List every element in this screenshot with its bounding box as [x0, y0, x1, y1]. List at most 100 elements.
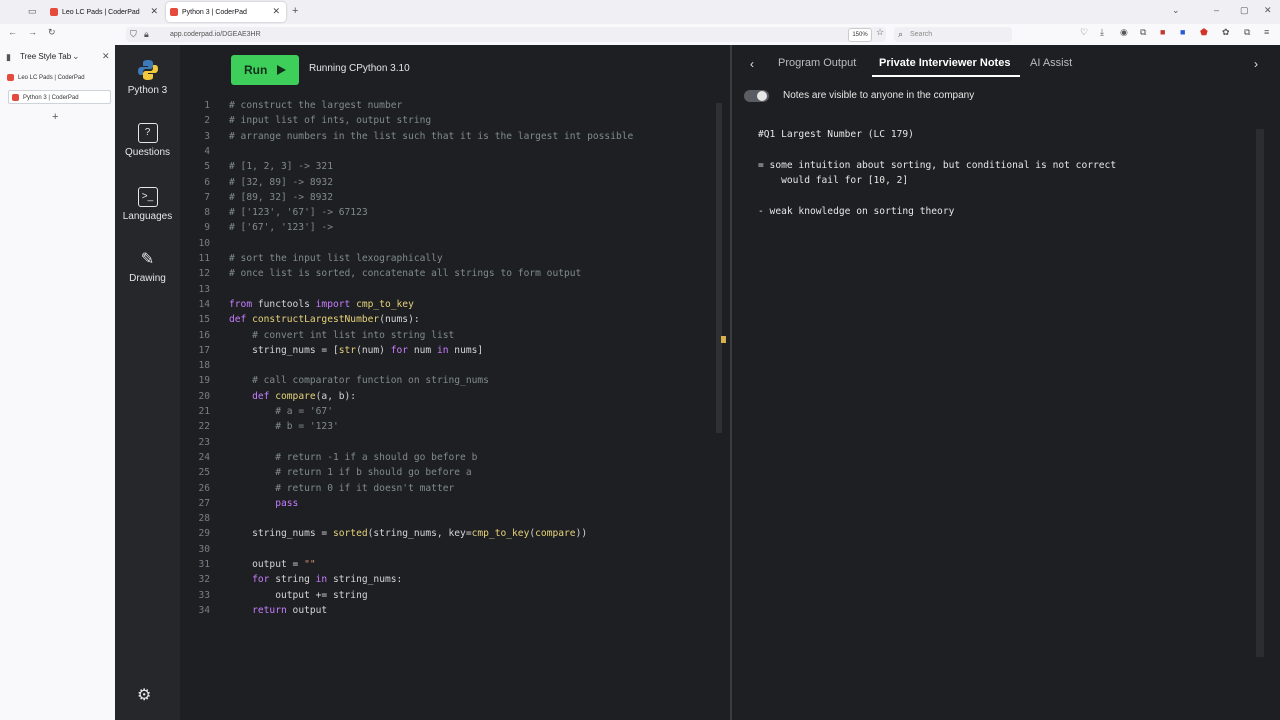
tree-style-tab-sidebar: ▮ Tree Style Tab ⌄ ✕ Leo LC Pads | Coder… — [0, 45, 116, 720]
line-text: return output — [252, 604, 328, 616]
reload-icon[interactable]: ↻ — [48, 27, 56, 38]
extension-icon[interactable]: ⧉ — [1244, 27, 1250, 38]
line-number: 18 — [198, 360, 210, 372]
close-icon[interactable]: ✕ — [272, 6, 280, 17]
nav-languages[interactable]: >_ Languages — [115, 187, 180, 222]
tab-program-output[interactable]: Program Output — [778, 57, 856, 69]
new-tab-icon[interactable]: + — [292, 5, 298, 17]
pencil-icon: ✎ — [140, 251, 155, 268]
run-button[interactable]: Run — [231, 55, 299, 85]
tree-item-leo[interactable]: Leo LC Pads | CoderPad — [4, 71, 110, 85]
line-text: string_nums = sorted(string_nums, key=cm… — [229, 528, 588, 540]
search-input[interactable]: ⌕ Search — [894, 27, 1012, 42]
url-bar[interactable]: ⛉ 🔒︎ app.coderpad.io/DGEAE3HR — [126, 27, 886, 42]
line-number: 13 — [198, 283, 210, 295]
line-number: 26 — [198, 482, 210, 494]
line-text: # once list is sorted, concatenate all s… — [229, 268, 582, 280]
line-text: # input list of ints, output string — [229, 115, 432, 127]
note-line: - weak knowledge on sorting theory — [758, 205, 955, 217]
gear-icon[interactable]: ⚙ — [137, 685, 151, 705]
chevron-down-icon[interactable]: ⌄ — [72, 51, 80, 62]
line-number: 10 — [198, 237, 210, 249]
line-number: 16 — [198, 329, 210, 341]
minimize-icon[interactable]: – — [1214, 5, 1219, 15]
notes-visibility-toggle[interactable] — [744, 90, 769, 102]
line-text: # return 0 if it doesn't matter — [275, 482, 455, 494]
zoom-level[interactable]: 150% — [848, 28, 872, 42]
nav-questions[interactable]: ? Questions — [115, 123, 180, 158]
forward-icon[interactable]: → — [28, 27, 37, 37]
sidebar-icon: ▮ — [6, 52, 11, 62]
extensions-icon[interactable]: ⧉ — [1140, 27, 1146, 38]
line-text: from functools import cmp_to_key — [229, 298, 414, 310]
line-number: 6 — [204, 176, 210, 188]
notes-scrollbar[interactable] — [1256, 129, 1264, 657]
active-tab-indicator — [872, 75, 1020, 77]
line-number: 8 — [204, 207, 210, 219]
line-number: 27 — [198, 497, 210, 509]
tab-private-interviewer-notes[interactable]: Private Interviewer Notes — [879, 57, 1010, 69]
extension-icon[interactable]: ✿ — [1222, 27, 1230, 38]
search-icon: ⌕ — [898, 29, 904, 39]
tree-item-python[interactable]: Python 3 | CoderPad — [8, 90, 111, 104]
line-text: # call comparator function on string_num… — [252, 375, 489, 387]
line-number: 22 — [198, 421, 210, 433]
line-number: 32 — [198, 574, 210, 586]
menu-icon[interactable]: ≡ — [1264, 27, 1269, 37]
line-number: 14 — [198, 298, 210, 310]
extension-icon[interactable]: ■ — [1180, 27, 1185, 37]
coderpad-favicon-icon — [170, 8, 178, 16]
maximize-icon[interactable]: ▢ — [1240, 5, 1249, 16]
right-panel: ‹ Program Output Private Interviewer Not… — [732, 45, 1280, 720]
line-number: 2 — [204, 115, 210, 127]
line-text: # [32, 89] -> 8932 — [229, 176, 333, 188]
line-number: 24 — [198, 451, 210, 463]
chevron-down-icon[interactable]: ⌄ — [1172, 5, 1180, 16]
tab-ai-assist[interactable]: AI Assist — [1030, 57, 1072, 69]
line-text: # a = '67' — [275, 406, 333, 417]
chevron-left-icon[interactable]: ‹ — [750, 57, 754, 71]
tree-sidebar-title[interactable]: Tree Style Tab — [20, 52, 71, 61]
nav-drawing[interactable]: ✎ Drawing — [115, 251, 180, 284]
line-text: # arrange numbers in the list such that … — [229, 130, 634, 142]
lock-icon[interactable]: 🔒︎ — [144, 27, 149, 42]
window-close-icon[interactable]: ✕ — [1264, 5, 1272, 16]
close-icon[interactable]: ✕ — [102, 51, 110, 62]
tab-list-icon[interactable]: ▭ — [28, 6, 37, 17]
search-placeholder: Search — [910, 31, 933, 38]
play-icon — [277, 65, 286, 75]
chevron-right-icon[interactable]: › — [1254, 57, 1258, 71]
add-tab-icon[interactable]: + — [52, 111, 58, 123]
close-icon[interactable]: ✕ — [150, 6, 158, 17]
runtime-status: Running CPython 3.10 — [309, 63, 410, 74]
scroll-marker — [721, 336, 726, 343]
browser-tab-leo[interactable]: Leo LC Pads | CoderPad ✕ — [46, 2, 164, 22]
line-text: pass — [275, 497, 299, 509]
nav-language[interactable]: Python 3 — [115, 59, 180, 96]
editor-scrollbar[interactable] — [716, 103, 722, 433]
note-line: = some intuition about sorting, but cond… — [758, 159, 1117, 171]
ublock-icon[interactable]: ⬟ — [1200, 27, 1208, 38]
line-number: 1 — [204, 100, 210, 111]
account-icon[interactable]: ◉ — [1120, 27, 1128, 38]
line-number: 19 — [198, 375, 210, 387]
coderpad-favicon-icon — [7, 74, 14, 81]
browser-tab-label: Leo LC Pads | CoderPad — [62, 8, 140, 16]
line-number: 29 — [198, 528, 210, 540]
back-icon[interactable]: ← — [8, 27, 17, 37]
line-number: 12 — [198, 268, 210, 280]
line-number: 7 — [204, 191, 210, 203]
shield-icon[interactable]: ⛉ — [130, 27, 137, 42]
browser-tab-python[interactable]: Python 3 | CoderPad ✕ — [166, 2, 286, 22]
download-icon[interactable]: ⤓ — [1100, 27, 1104, 38]
extension-icon[interactable]: ■ — [1160, 27, 1165, 37]
terminal-icon: >_ — [137, 187, 158, 207]
pocket-icon[interactable]: ♡ — [1080, 27, 1088, 38]
bookmark-star-icon[interactable]: ☆ — [876, 27, 884, 38]
line-text: def compare(a, b): — [252, 390, 357, 402]
line-text: # b = '123' — [275, 421, 339, 433]
coderpad-favicon-icon — [12, 94, 19, 101]
nav-questions-label: Questions — [124, 147, 171, 158]
line-number: 33 — [198, 589, 210, 601]
line-text: # sort the input list lexographically — [229, 253, 443, 264]
